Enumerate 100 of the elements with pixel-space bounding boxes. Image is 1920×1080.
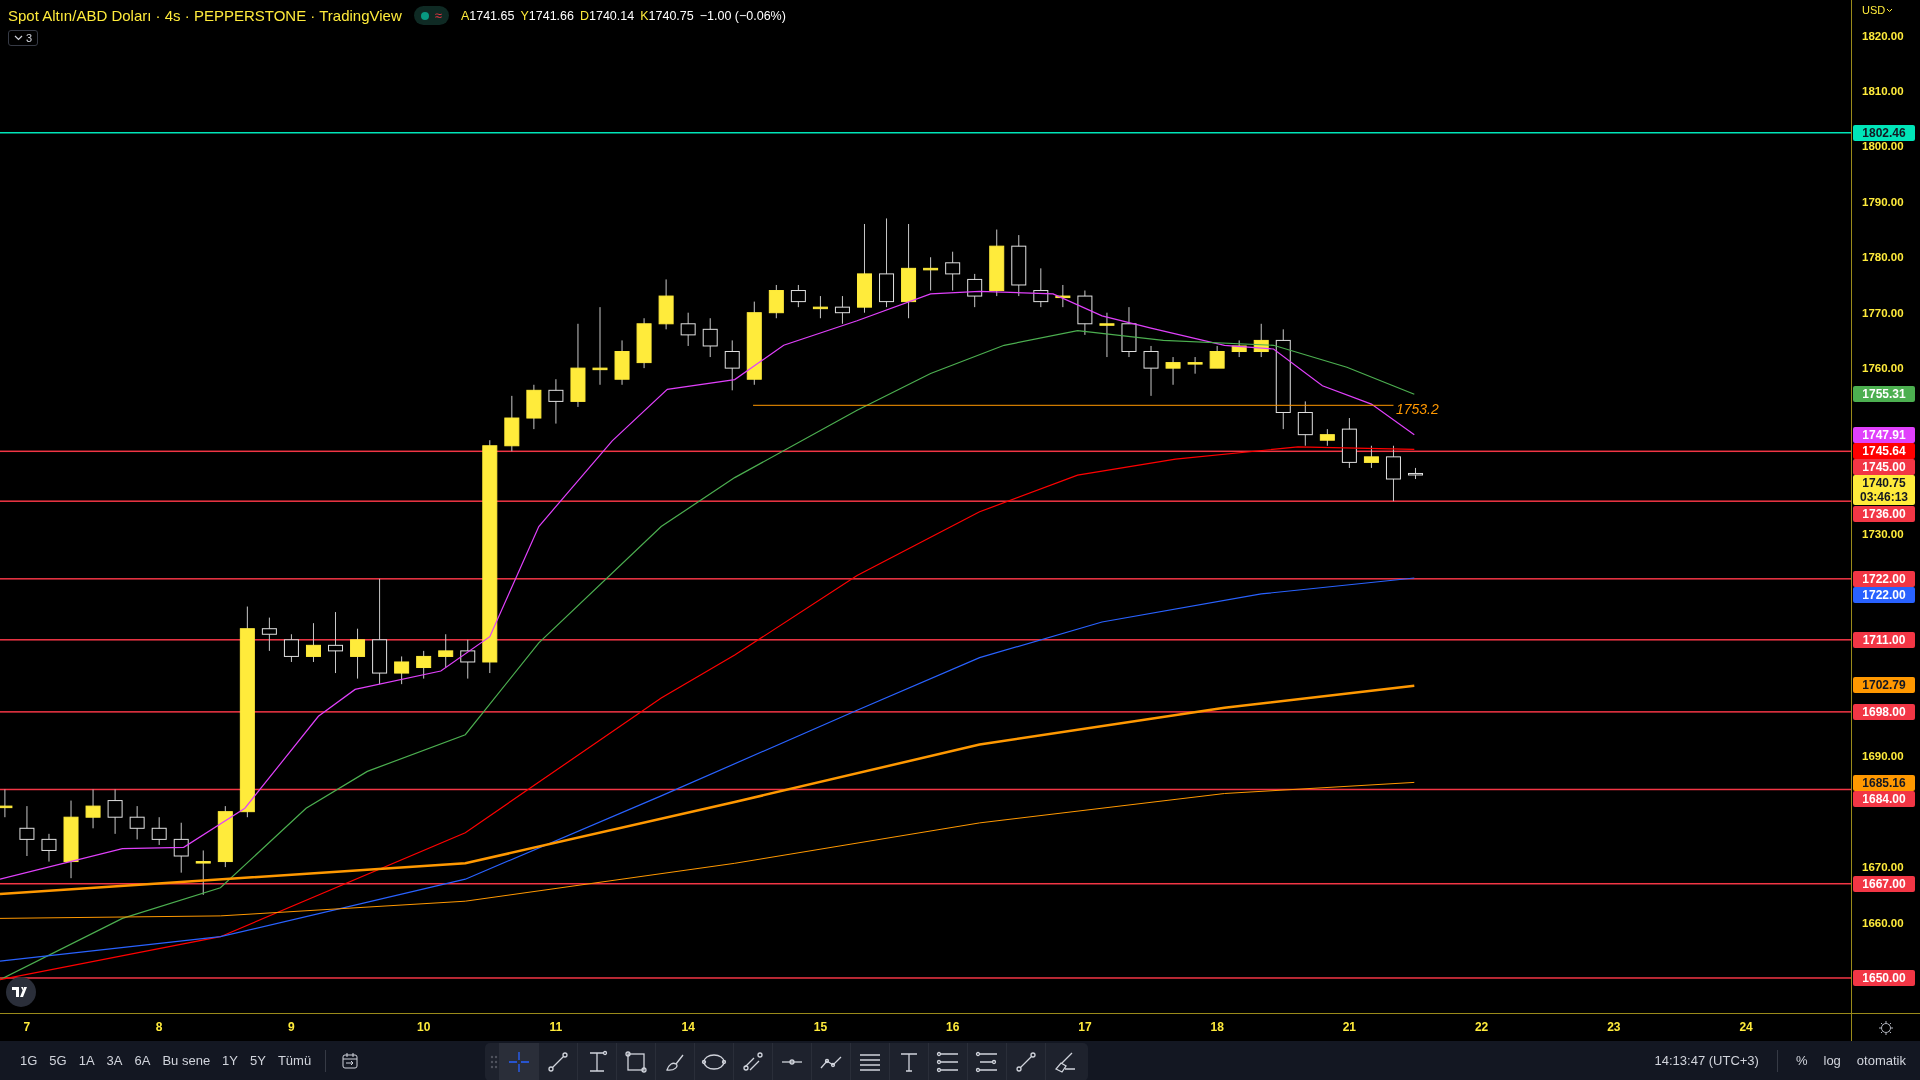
time-tick-label: 16	[945, 1020, 960, 1034]
line-segment-icon	[1013, 1049, 1039, 1075]
range-button[interactable]: Bu sene	[156, 1053, 217, 1068]
candlestick	[1209, 345, 1225, 369]
time-tick-label: 14	[681, 1020, 695, 1034]
ohlc-label: K	[640, 8, 649, 23]
candlestick	[1253, 323, 1269, 358]
range-button[interactable]: 5G	[43, 1053, 73, 1068]
percent-scale-button[interactable]: %	[1789, 1053, 1814, 1068]
time-tick-label: 21	[1342, 1020, 1357, 1034]
range-button[interactable]: 1A	[72, 1053, 101, 1068]
price-tick-label: 1730.00	[1862, 527, 1904, 542]
candlestick	[305, 622, 321, 663]
candlestick	[0, 789, 13, 818]
candlestick	[768, 284, 784, 319]
candlestick	[438, 633, 454, 668]
time-tick-label: 17	[1078, 1020, 1092, 1034]
auto-scale-button[interactable]: otomatik	[1850, 1053, 1912, 1068]
crosshair-icon	[506, 1049, 532, 1075]
price-tag: 1650.00	[1853, 969, 1915, 986]
rectangle-icon	[623, 1049, 649, 1075]
currency-selector[interactable]: USD	[1862, 4, 1894, 16]
price-tag: 1698.00	[1853, 703, 1915, 720]
price-change: −1.00 (−0.06%)	[699, 8, 786, 23]
price-tag: 1802.46	[1853, 124, 1915, 141]
candlestick	[658, 278, 674, 330]
candlestick	[1077, 290, 1093, 336]
range-button[interactable]: 6A	[128, 1053, 157, 1068]
market-status-pill[interactable]: ≈	[413, 6, 449, 25]
candlestick	[151, 816, 167, 846]
candlestick	[812, 295, 828, 319]
price-tag: 1722.00	[1853, 570, 1915, 587]
candlestick	[945, 251, 961, 291]
price-tag: 1667.00	[1853, 875, 1915, 892]
price-tag: 1685.16	[1853, 775, 1915, 792]
clock-text: 14:13:47 (UTC+3)	[1654, 1053, 1759, 1068]
ohlc-value: 1740.14	[589, 8, 635, 23]
candlestick	[217, 805, 233, 868]
candlestick	[85, 789, 101, 829]
candlestick	[460, 639, 476, 680]
range-button[interactable]: 3A	[100, 1053, 129, 1068]
range-button[interactable]: Tümü	[271, 1053, 318, 1068]
logo-icon[interactable]	[6, 977, 36, 1007]
log-scale-button[interactable]: log	[1817, 1053, 1847, 1068]
price-tick-label: 1690.00	[1862, 749, 1904, 764]
candlestick	[702, 317, 718, 358]
time-tick-label: 24	[1739, 1020, 1753, 1034]
price-tag: 1736.00	[1853, 506, 1915, 523]
price-tag: 1711.00	[1853, 631, 1915, 648]
candlestick	[967, 273, 983, 308]
ohlc-value: 1741.65	[469, 8, 515, 23]
candlestick	[41, 833, 57, 863]
candlestick	[1099, 312, 1115, 358]
price-tick-label: 1670.00	[1862, 860, 1904, 875]
candlestick	[416, 650, 432, 680]
time-tick-label: 10	[417, 1020, 431, 1034]
price-tag: 1755.31	[1853, 386, 1915, 403]
candlestick	[394, 655, 410, 685]
candlestick	[1011, 234, 1027, 297]
range-button[interactable]: 1G	[14, 1053, 44, 1068]
candlestick	[1408, 467, 1423, 480]
candlestick	[283, 633, 299, 663]
candlestick	[1231, 339, 1247, 358]
candlestick	[834, 295, 850, 325]
candlestick	[129, 805, 145, 840]
range-button[interactable]: 5Y	[244, 1053, 272, 1068]
price-tag: 1747.91	[1853, 427, 1915, 444]
candlestick	[680, 312, 696, 347]
status-dot-icon	[420, 11, 429, 20]
candlestick	[1341, 417, 1357, 469]
range-button[interactable]: 1Y	[216, 1053, 244, 1068]
candlestick	[504, 395, 520, 452]
candlestick	[328, 611, 343, 674]
candlestick	[614, 339, 630, 386]
candlestick	[1121, 306, 1137, 358]
candlestick	[724, 339, 740, 391]
indicators-toggle[interactable]: 3	[8, 30, 39, 46]
price-tag: 1745.64	[1853, 443, 1915, 460]
candlestick	[1033, 267, 1049, 308]
chevron-down-icon	[1886, 7, 1894, 13]
price-tick-label: 1800.00	[1862, 139, 1904, 154]
level-lines-icon	[974, 1049, 1000, 1075]
candlestick	[790, 284, 806, 308]
candlestick	[1319, 428, 1335, 447]
candlestick	[1165, 356, 1181, 386]
time-tick-label: 23	[1607, 1020, 1621, 1034]
candlestick	[636, 317, 652, 369]
candlestick	[1143, 345, 1159, 397]
candlestick	[19, 805, 35, 857]
candlestick	[923, 256, 939, 291]
time-tick-label: 18	[1210, 1020, 1224, 1034]
candlestick	[1363, 445, 1379, 469]
chevron-down-icon	[14, 35, 23, 41]
price-tag: 1702.79	[1853, 677, 1915, 694]
price-label: 1753.2	[1395, 400, 1439, 417]
settings-icon[interactable]	[1878, 1019, 1894, 1036]
candlestick	[1187, 356, 1203, 375]
candlestick	[548, 378, 564, 425]
ohlc-value: 1740.75	[648, 8, 694, 23]
candlestick	[1385, 445, 1401, 502]
